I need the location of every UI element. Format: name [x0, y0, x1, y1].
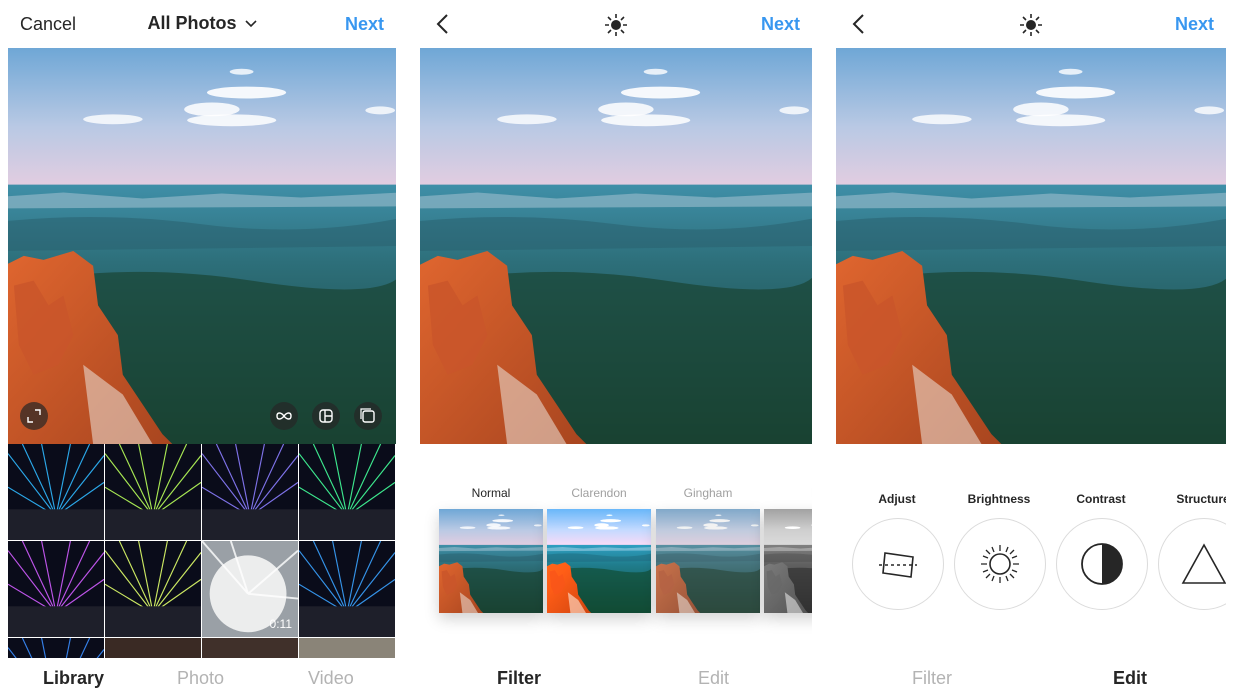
grid-video-thumbnail[interactable]: 0:11: [202, 541, 298, 637]
tool-label-brightness: Brightness: [967, 492, 1031, 506]
tab-filter[interactable]: Filter: [497, 668, 541, 689]
filter-screen: Next Normal Clarendon Gingham M Filter E…: [420, 0, 812, 700]
structure-tool-button[interactable]: [1158, 518, 1226, 610]
bottom-tabs: Filter Edit: [836, 658, 1226, 700]
photo-grid: 0:11: [8, 444, 396, 658]
filter-label-clarendon: Clarendon: [571, 486, 627, 500]
bottom-tabs: Filter Edit: [420, 658, 812, 700]
filter-thumbnail-gingham[interactable]: [656, 509, 760, 613]
boomerang-icon[interactable]: [270, 402, 298, 430]
tab-filter[interactable]: Filter: [912, 668, 952, 689]
grid-thumbnail[interactable]: [8, 638, 104, 658]
grid-thumbnail[interactable]: [8, 444, 104, 540]
grid-thumbnail[interactable]: [299, 444, 395, 540]
next-button[interactable]: Next: [345, 14, 384, 35]
chevron-down-icon: [244, 20, 257, 28]
album-title: All Photos: [147, 13, 237, 33]
filter-label-normal: Normal: [471, 486, 511, 500]
filter-label-gingham: Gingham: [683, 486, 733, 500]
grid-thumbnail[interactable]: [202, 444, 298, 540]
contrast-icon: [1081, 543, 1123, 585]
top-bar: Next: [836, 0, 1226, 48]
multi-select-icon[interactable]: [354, 402, 382, 430]
top-bar: Next: [420, 0, 812, 48]
top-bar: Cancel All Photos Next: [8, 0, 396, 48]
filter-thumbnail-clarendon[interactable]: [547, 509, 651, 613]
next-button[interactable]: Next: [1175, 14, 1214, 35]
adjust-icon: [879, 552, 917, 578]
layout-icon[interactable]: [312, 402, 340, 430]
tab-edit[interactable]: Edit: [698, 668, 729, 689]
tab-edit[interactable]: Edit: [1113, 668, 1147, 689]
tool-label-contrast: Contrast: [1076, 492, 1126, 506]
video-duration: 0:11: [269, 617, 292, 631]
tool-label-structure: Structure: [1176, 492, 1226, 506]
landscape-image: [836, 48, 1226, 444]
tab-video[interactable]: Video: [308, 668, 354, 689]
tab-library[interactable]: Library: [43, 668, 104, 689]
grid-thumbnail[interactable]: [105, 638, 201, 658]
grid-thumbnail[interactable]: [105, 444, 201, 540]
lux-icon[interactable]: [603, 12, 629, 38]
brightness-tool-button[interactable]: [954, 518, 1046, 610]
filter-thumbnail-normal[interactable]: [439, 509, 543, 613]
grid-thumbnail[interactable]: [299, 541, 395, 637]
grid-thumbnail[interactable]: [8, 541, 104, 637]
library-screen: Cancel All Photos Next 0:11 Library Phot…: [8, 0, 396, 700]
bottom-tabs: Library Photo Video: [8, 658, 396, 700]
brightness-icon: [981, 545, 1019, 583]
photo-preview: [836, 48, 1226, 444]
edit-screen: Next Adjust Brightness Contrast Structur…: [836, 0, 1226, 700]
photo-preview[interactable]: [8, 48, 396, 444]
contrast-tool-button[interactable]: [1056, 518, 1148, 610]
lux-icon[interactable]: [1018, 12, 1044, 38]
photo-preview: [420, 48, 812, 444]
landscape-image: [8, 48, 396, 444]
expand-icon[interactable]: [20, 402, 48, 430]
grid-thumbnail[interactable]: [202, 638, 298, 658]
tab-photo[interactable]: Photo: [177, 668, 224, 689]
filter-label-m: M: [764, 486, 812, 500]
filter-thumbnail-m[interactable]: [764, 509, 812, 613]
album-selector[interactable]: All Photos: [8, 13, 396, 34]
tool-label-adjust: Adjust: [878, 492, 916, 506]
back-arrow-icon[interactable]: [848, 12, 872, 36]
back-arrow-icon[interactable]: [432, 12, 456, 36]
next-button[interactable]: Next: [761, 14, 800, 35]
adjust-tool-button[interactable]: [852, 518, 944, 610]
landscape-image: [420, 48, 812, 444]
grid-thumbnail[interactable]: [299, 638, 395, 658]
grid-thumbnail[interactable]: [105, 541, 201, 637]
structure-icon: [1181, 543, 1226, 584]
